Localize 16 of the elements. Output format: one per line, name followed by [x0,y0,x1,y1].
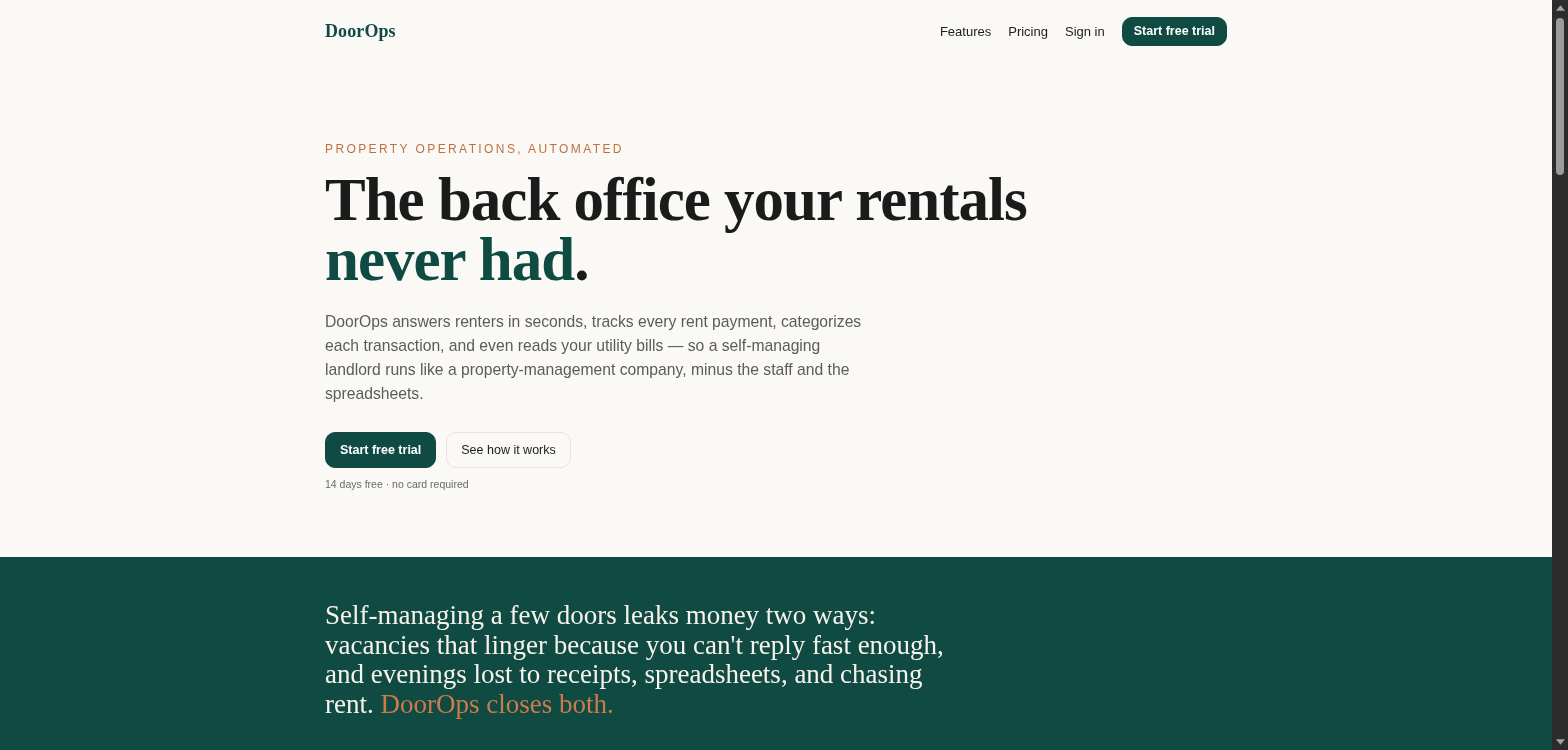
hero-headline: The back office your rentals never had. [325,170,1028,290]
trial-note: 14 days free · no card required [325,478,470,490]
scrollbar-thumb[interactable] [1556,18,1564,175]
scroll-down-icon[interactable] [1555,739,1565,745]
start-trial-button[interactable]: Start free trial [1121,16,1227,46]
scrollbar-track[interactable] [1552,0,1568,750]
scroll-up-icon[interactable] [1555,5,1565,11]
eyebrow-label: PROPERTY OPERATIONS, AUTOMATED [325,142,625,156]
hero-description: DoorOps answers renters in seconds, tracks every rent payment, categorizes each transaction, and even reads your utility bills — so a self-managing landlord runs like a property-management company, minus the staff and the spreadsheets. [325,312,863,404]
nav-link[interactable]: Features [939,23,992,39]
problem-statement: Self-managing a few doors leaks money two ways: vacancies that linger because you can't reply fast enough, and evenings lost to receipts, spreadsheets, and chasing rent. DoorOps closes both. [325,601,945,719]
start-trial-button[interactable]: Start free trial [325,432,437,468]
see-how-button[interactable]: See how it works [446,432,571,468]
nav-link[interactable]: Sign in [1064,23,1105,39]
nav-link[interactable]: Pricing [1008,23,1048,39]
logo[interactable]: DoorOps [325,20,396,42]
